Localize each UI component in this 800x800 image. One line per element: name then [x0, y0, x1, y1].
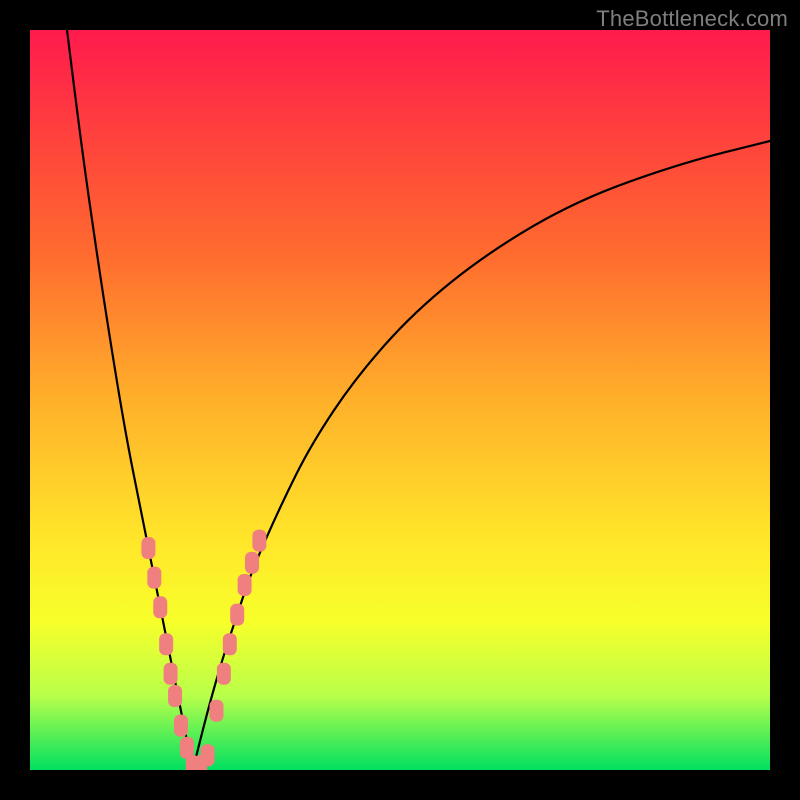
- marker-point: [174, 715, 188, 737]
- curve-left-branch: [67, 30, 193, 770]
- marker-point: [164, 663, 178, 685]
- marker-point: [153, 596, 167, 618]
- marker-point: [147, 567, 161, 589]
- marker-point: [201, 744, 215, 766]
- marker-point: [223, 633, 237, 655]
- plot-area: [30, 30, 770, 770]
- marker-point: [168, 685, 182, 707]
- chart-frame: TheBottleneck.com: [0, 0, 800, 800]
- marker-point: [252, 530, 266, 552]
- marker-point: [238, 574, 252, 596]
- marker-point: [230, 604, 244, 626]
- curve-right-branch: [193, 141, 770, 770]
- marker-point: [217, 663, 231, 685]
- marker-point: [245, 552, 259, 574]
- marker-point: [209, 700, 223, 722]
- marker-point: [159, 633, 173, 655]
- chart-svg: [30, 30, 770, 770]
- marker-point: [141, 537, 155, 559]
- watermark-text: TheBottleneck.com: [596, 6, 788, 32]
- marker-group: [141, 530, 266, 770]
